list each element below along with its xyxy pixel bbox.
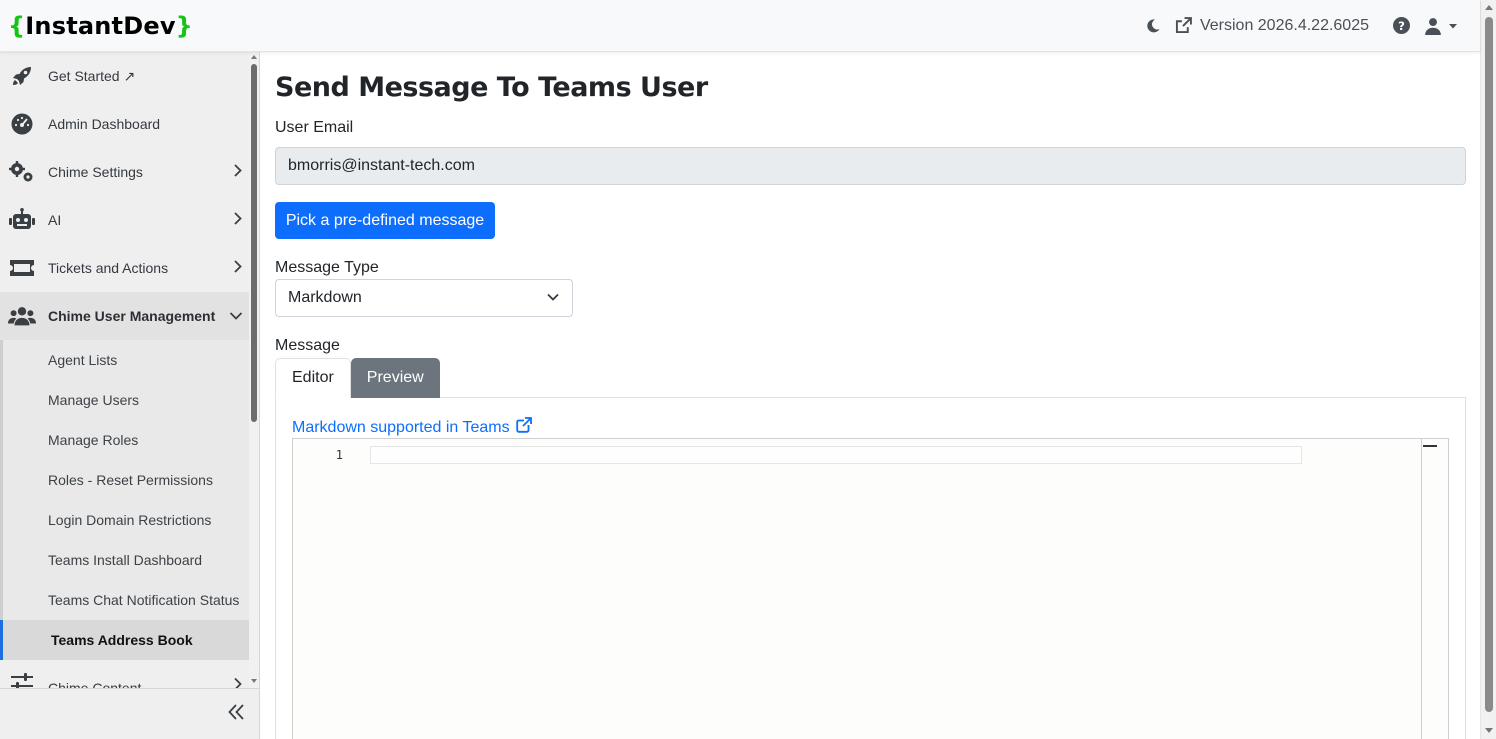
sidebar-item-chime-user-management[interactable]: Chime User Management bbox=[0, 292, 249, 340]
external-link-icon bbox=[1175, 17, 1192, 34]
sidebar-subitem-label: Login Domain Restrictions bbox=[48, 512, 212, 528]
sidebar-subitem-teams-install-dashboard[interactable]: Teams Install Dashboard bbox=[3, 540, 249, 580]
message-tabs: Editor Preview bbox=[275, 358, 440, 398]
sidebar-item-ai[interactable]: AI bbox=[0, 196, 249, 244]
chevron-down-icon bbox=[229, 308, 243, 324]
scroll-down-arrow-icon[interactable] bbox=[251, 679, 257, 683]
robot-icon bbox=[8, 206, 36, 234]
sidebar-nav: Get Started ↗ Admin Dashboard Chime Sett… bbox=[0, 52, 249, 692]
scroll-up-arrow-icon[interactable] bbox=[1485, 5, 1493, 10]
sidebar-subitem-label: Manage Users bbox=[48, 392, 140, 408]
rocket-icon bbox=[8, 62, 36, 90]
sidebar-item-get-started[interactable]: Get Started ↗ bbox=[0, 52, 249, 100]
page-scrollbar[interactable] bbox=[1480, 0, 1496, 739]
page-title: Send Message To Teams User bbox=[275, 72, 708, 103]
sidebar-submenu: Agent Lists Manage Users Manage Roles Ro… bbox=[0, 340, 249, 660]
sidebar-subitem-manage-users[interactable]: Manage Users bbox=[3, 380, 249, 420]
users-icon bbox=[8, 302, 36, 330]
sidebar-item-admin-dashboard[interactable]: Admin Dashboard bbox=[0, 100, 249, 148]
chevron-right-icon bbox=[233, 212, 243, 229]
editor-current-line[interactable] bbox=[370, 446, 1302, 464]
sidebar-item-label: Chime User Management bbox=[48, 308, 216, 324]
scroll-up-arrow-icon[interactable] bbox=[251, 55, 257, 59]
markdown-link-label: Markdown supported in Teams bbox=[292, 418, 510, 436]
sidebar-item-chime-settings[interactable]: Chime Settings bbox=[0, 148, 249, 196]
scroll-down-arrow-icon[interactable] bbox=[1485, 728, 1493, 733]
brand-bracket-open: { bbox=[8, 11, 26, 40]
markdown-supported-link[interactable]: Markdown supported in Teams bbox=[292, 417, 532, 438]
sidebar-item-tickets-and-actions[interactable]: Tickets and Actions bbox=[0, 244, 249, 292]
version-label: Version 2026.4.22.6025 bbox=[1199, 16, 1369, 34]
sidebar-subitem-label: Teams Chat Notification Status bbox=[48, 592, 240, 608]
editor-line-number: 1 bbox=[335, 448, 343, 462]
tab-preview[interactable]: Preview bbox=[350, 358, 440, 398]
ticket-icon bbox=[8, 254, 36, 282]
sidebar-subitem-label: Agent Lists bbox=[48, 352, 118, 368]
help-icon[interactable]: ? bbox=[1393, 17, 1410, 34]
user-icon bbox=[1424, 17, 1442, 35]
sidebar-subitem-teams-chat-notification-status[interactable]: Teams Chat Notification Status bbox=[3, 580, 249, 620]
caret-down-icon bbox=[1448, 22, 1458, 30]
sidebar-subitem-label: Teams Install Dashboard bbox=[48, 552, 203, 568]
sidebar-subitem-label: Manage Roles bbox=[48, 432, 139, 448]
tab-divider bbox=[436, 397, 1466, 398]
chevron-right-icon bbox=[233, 164, 243, 181]
sidebar-subitem-manage-roles[interactable]: Manage Roles bbox=[3, 420, 249, 460]
sidebar-item-label: Chime Settings bbox=[48, 164, 143, 180]
brand-name: InstantDev bbox=[25, 11, 176, 40]
brand-bracket-close: } bbox=[175, 11, 193, 40]
sidebar-scroll-thumb[interactable] bbox=[251, 64, 257, 422]
chevron-right-icon bbox=[233, 260, 243, 277]
header-actions: Version 2026.4.22.6025 ? bbox=[1145, 17, 1472, 35]
sidebar-item-label: Tickets and Actions bbox=[48, 260, 169, 276]
user-menu[interactable] bbox=[1424, 17, 1458, 35]
sidebar-scrollbar[interactable] bbox=[249, 52, 259, 688]
external-link-icon bbox=[515, 417, 532, 438]
svg-text:?: ? bbox=[1398, 19, 1405, 33]
sidebar-subitem-roles-reset-permissions[interactable]: Roles - Reset Permissions bbox=[3, 460, 249, 500]
moon-icon[interactable] bbox=[1145, 18, 1161, 34]
tab-editor[interactable]: Editor bbox=[275, 358, 351, 398]
sidebar-subitem-label: Roles - Reset Permissions bbox=[48, 472, 213, 488]
sidebar: Get Started ↗ Admin Dashboard Chime Sett… bbox=[0, 52, 260, 739]
user-email-label: User Email bbox=[275, 119, 354, 136]
sidebar-item-label: AI bbox=[48, 212, 62, 228]
pick-predefined-message-button[interactable]: Pick a pre-defined message bbox=[275, 202, 495, 239]
sidebar-collapse-bar bbox=[0, 688, 259, 739]
top-navbar: {InstantDev} Version 2026.4.22.6025 ? bbox=[0, 0, 1480, 52]
gears-icon bbox=[8, 158, 36, 186]
double-chevron-left-icon[interactable] bbox=[227, 703, 245, 726]
sidebar-item-label: Get Started ↗ bbox=[48, 67, 136, 84]
main-content: Send Message To Teams User User Email Pi… bbox=[260, 52, 1480, 739]
editor-gutter: 1 bbox=[293, 439, 363, 739]
sidebar-subitem-agent-lists[interactable]: Agent Lists bbox=[3, 340, 249, 380]
message-type-label: Message Type bbox=[275, 259, 379, 276]
brand-logo[interactable]: {InstantDev} bbox=[8, 12, 193, 40]
message-type-select[interactable]: Markdown bbox=[275, 279, 573, 317]
markdown-editor[interactable]: 1 bbox=[292, 438, 1449, 739]
user-email-field[interactable] bbox=[275, 147, 1466, 185]
version-link[interactable]: Version 2026.4.22.6025 bbox=[1175, 17, 1369, 35]
editor-minimap-divider bbox=[1421, 439, 1422, 739]
chevron-down-icon bbox=[546, 289, 560, 307]
sidebar-subitem-label: Teams Address Book bbox=[51, 632, 193, 648]
page-scroll-thumb[interactable] bbox=[1485, 17, 1493, 712]
gauge-icon bbox=[8, 110, 36, 138]
sidebar-subitem-teams-address-book[interactable]: Teams Address Book bbox=[0, 620, 249, 660]
sidebar-item-label: Admin Dashboard bbox=[48, 116, 161, 132]
message-type-value: Markdown bbox=[288, 289, 362, 306]
editor-minimap-slider[interactable] bbox=[1423, 445, 1437, 447]
sidebar-subitem-login-domain-restrictions[interactable]: Login Domain Restrictions bbox=[3, 500, 249, 540]
message-label: Message bbox=[275, 337, 340, 354]
